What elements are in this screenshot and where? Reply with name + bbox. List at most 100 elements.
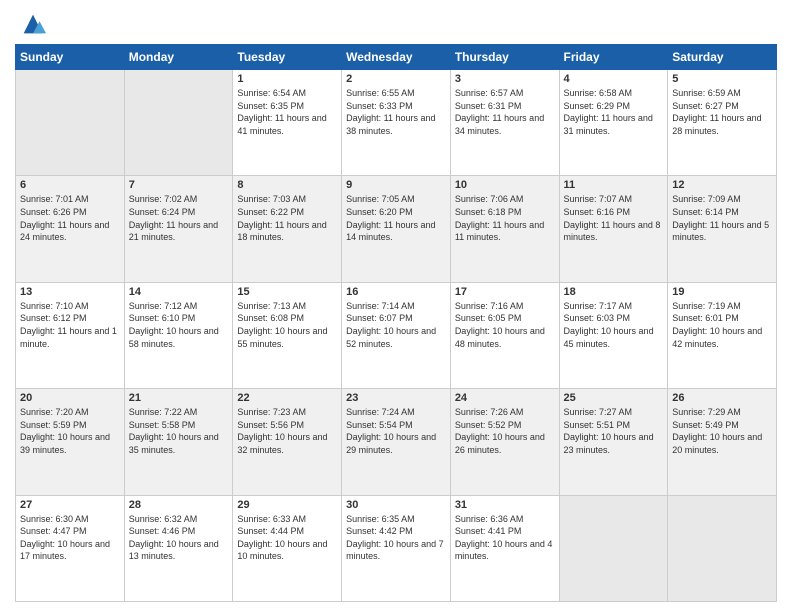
day-info: Sunrise: 7:23 AM Sunset: 5:56 PM Dayligh… [237, 406, 337, 456]
day-number: 7 [129, 179, 229, 191]
day-number: 29 [237, 499, 337, 511]
day-number: 12 [672, 179, 772, 191]
col-monday: Monday [124, 45, 233, 70]
day-number: 27 [20, 499, 120, 511]
col-sunday: Sunday [16, 45, 125, 70]
calendar-week-3: 13 Sunrise: 7:10 AM Sunset: 6:12 PM Dayli… [16, 282, 777, 388]
day-number: 19 [672, 286, 772, 298]
day-info: Sunrise: 6:30 AM Sunset: 4:47 PM Dayligh… [20, 513, 120, 563]
day-info: Sunrise: 7:09 AM Sunset: 6:14 PM Dayligh… [672, 193, 772, 243]
day-info: Sunrise: 6:33 AM Sunset: 4:44 PM Dayligh… [237, 513, 337, 563]
calendar-cell: 21 Sunrise: 7:22 AM Sunset: 5:58 PM Dayli… [124, 389, 233, 495]
day-number: 9 [346, 179, 446, 191]
calendar-cell: 30Sunrise: 6:35 AM Sunset: 4:42 PM Dayli… [342, 495, 451, 601]
calendar: Sunday Monday Tuesday Wednesday Thursday… [15, 44, 777, 602]
day-info: Sunrise: 7:02 AM Sunset: 6:24 PM Dayligh… [129, 193, 229, 243]
day-number: 31 [455, 499, 555, 511]
calendar-cell: 19 Sunrise: 7:19 AM Sunset: 6:01 PM Dayli… [668, 282, 777, 388]
col-saturday: Saturday [668, 45, 777, 70]
calendar-cell: 11 Sunrise: 7:07 AM Sunset: 6:16 PM Dayli… [559, 176, 668, 282]
logo-icon [19, 10, 47, 38]
day-number: 16 [346, 286, 446, 298]
calendar-week-1: 1 Sunrise: 6:54 AM Sunset: 6:35 PM Daylig… [16, 70, 777, 176]
day-info: Sunrise: 6:54 AM Sunset: 6:35 PM Dayligh… [237, 87, 337, 137]
day-info: Sunrise: 7:07 AM Sunset: 6:16 PM Dayligh… [564, 193, 664, 243]
col-thursday: Thursday [450, 45, 559, 70]
calendar-cell: 26 Sunrise: 7:29 AM Sunset: 5:49 PM Dayli… [668, 389, 777, 495]
day-info: Sunrise: 7:10 AM Sunset: 6:12 PM Dayligh… [20, 300, 120, 350]
day-number: 23 [346, 392, 446, 404]
day-number: 10 [455, 179, 555, 191]
calendar-cell: 1 Sunrise: 6:54 AM Sunset: 6:35 PM Daylig… [233, 70, 342, 176]
calendar-cell: 12 Sunrise: 7:09 AM Sunset: 6:14 PM Dayli… [668, 176, 777, 282]
calendar-cell [559, 495, 668, 601]
day-info: Sunrise: 6:59 AM Sunset: 6:27 PM Dayligh… [672, 87, 772, 137]
day-info: Sunrise: 6:35 AM Sunset: 4:42 PM Dayligh… [346, 513, 446, 563]
day-info: Sunrise: 7:29 AM Sunset: 5:49 PM Dayligh… [672, 406, 772, 456]
day-info: Sunrise: 6:32 AM Sunset: 4:46 PM Dayligh… [129, 513, 229, 563]
day-info: Sunrise: 7:20 AM Sunset: 5:59 PM Dayligh… [20, 406, 120, 456]
calendar-cell: 4Sunrise: 6:58 AM Sunset: 6:29 PM Daylig… [559, 70, 668, 176]
day-number: 2 [346, 73, 446, 85]
day-info: Sunrise: 7:06 AM Sunset: 6:18 PM Dayligh… [455, 193, 555, 243]
col-wednesday: Wednesday [342, 45, 451, 70]
day-info: Sunrise: 7:17 AM Sunset: 6:03 PM Dayligh… [564, 300, 664, 350]
day-info: Sunrise: 7:13 AM Sunset: 6:08 PM Dayligh… [237, 300, 337, 350]
calendar-cell [668, 495, 777, 601]
day-info: Sunrise: 7:24 AM Sunset: 5:54 PM Dayligh… [346, 406, 446, 456]
day-info: Sunrise: 6:57 AM Sunset: 6:31 PM Dayligh… [455, 87, 555, 137]
calendar-cell: 17 Sunrise: 7:16 AM Sunset: 6:05 PM Dayli… [450, 282, 559, 388]
calendar-cell: 14Sunrise: 7:12 AM Sunset: 6:10 PM Dayli… [124, 282, 233, 388]
day-info: Sunrise: 7:14 AM Sunset: 6:07 PM Dayligh… [346, 300, 446, 350]
day-number: 26 [672, 392, 772, 404]
day-info: Sunrise: 7:22 AM Sunset: 5:58 PM Dayligh… [129, 406, 229, 456]
calendar-cell [124, 70, 233, 176]
page: Sunday Monday Tuesday Wednesday Thursday… [0, 0, 792, 612]
day-info: Sunrise: 6:55 AM Sunset: 6:33 PM Dayligh… [346, 87, 446, 137]
day-info: Sunrise: 7:16 AM Sunset: 6:05 PM Dayligh… [455, 300, 555, 350]
day-info: Sunrise: 6:58 AM Sunset: 6:29 PM Dayligh… [564, 87, 664, 137]
calendar-cell: 5 Sunrise: 6:59 AM Sunset: 6:27 PM Daylig… [668, 70, 777, 176]
day-number: 11 [564, 179, 664, 191]
day-number: 22 [237, 392, 337, 404]
calendar-cell: 6 Sunrise: 7:01 AM Sunset: 6:26 PM Daylig… [16, 176, 125, 282]
day-number: 5 [672, 73, 772, 85]
day-info: Sunrise: 7:05 AM Sunset: 6:20 PM Dayligh… [346, 193, 446, 243]
col-friday: Friday [559, 45, 668, 70]
col-tuesday: Tuesday [233, 45, 342, 70]
calendar-cell: 16 Sunrise: 7:14 AM Sunset: 6:07 PM Dayli… [342, 282, 451, 388]
day-info: Sunrise: 7:19 AM Sunset: 6:01 PM Dayligh… [672, 300, 772, 350]
calendar-cell: 8 Sunrise: 7:03 AM Sunset: 6:22 PM Daylig… [233, 176, 342, 282]
calendar-cell: 22 Sunrise: 7:23 AM Sunset: 5:56 PM Dayli… [233, 389, 342, 495]
calendar-cell: 25Sunrise: 7:27 AM Sunset: 5:51 PM Dayli… [559, 389, 668, 495]
calendar-cell: 13 Sunrise: 7:10 AM Sunset: 6:12 PM Dayli… [16, 282, 125, 388]
day-number: 8 [237, 179, 337, 191]
calendar-cell: 28 Sunrise: 6:32 AM Sunset: 4:46 PM Dayli… [124, 495, 233, 601]
day-number: 18 [564, 286, 664, 298]
day-info: Sunrise: 7:01 AM Sunset: 6:26 PM Dayligh… [20, 193, 120, 243]
calendar-cell: 2 Sunrise: 6:55 AM Sunset: 6:33 PM Daylig… [342, 70, 451, 176]
calendar-cell: 18 Sunrise: 7:17 AM Sunset: 6:03 PM Dayli… [559, 282, 668, 388]
day-number: 6 [20, 179, 120, 191]
calendar-cell: 20 Sunrise: 7:20 AM Sunset: 5:59 PM Dayli… [16, 389, 125, 495]
day-number: 13 [20, 286, 120, 298]
day-info: Sunrise: 7:26 AM Sunset: 5:52 PM Dayligh… [455, 406, 555, 456]
logo [15, 10, 47, 38]
calendar-cell: 3 Sunrise: 6:57 AM Sunset: 6:31 PM Daylig… [450, 70, 559, 176]
calendar-cell: 29 Sunrise: 6:33 AM Sunset: 4:44 PM Dayli… [233, 495, 342, 601]
day-number: 17 [455, 286, 555, 298]
calendar-cell: 24 Sunrise: 7:26 AM Sunset: 5:52 PM Dayli… [450, 389, 559, 495]
calendar-cell: 15Sunrise: 7:13 AM Sunset: 6:08 PM Dayli… [233, 282, 342, 388]
day-number: 20 [20, 392, 120, 404]
calendar-header-row: Sunday Monday Tuesday Wednesday Thursday… [16, 45, 777, 70]
day-number: 3 [455, 73, 555, 85]
day-info: Sunrise: 7:03 AM Sunset: 6:22 PM Dayligh… [237, 193, 337, 243]
calendar-week-2: 6 Sunrise: 7:01 AM Sunset: 6:26 PM Daylig… [16, 176, 777, 282]
calendar-cell: 7 Sunrise: 7:02 AM Sunset: 6:24 PM Daylig… [124, 176, 233, 282]
day-number: 24 [455, 392, 555, 404]
calendar-cell: 23 Sunrise: 7:24 AM Sunset: 5:54 PM Dayli… [342, 389, 451, 495]
day-number: 1 [237, 73, 337, 85]
day-info: Sunrise: 7:27 AM Sunset: 5:51 PM Dayligh… [564, 406, 664, 456]
day-number: 28 [129, 499, 229, 511]
day-number: 21 [129, 392, 229, 404]
